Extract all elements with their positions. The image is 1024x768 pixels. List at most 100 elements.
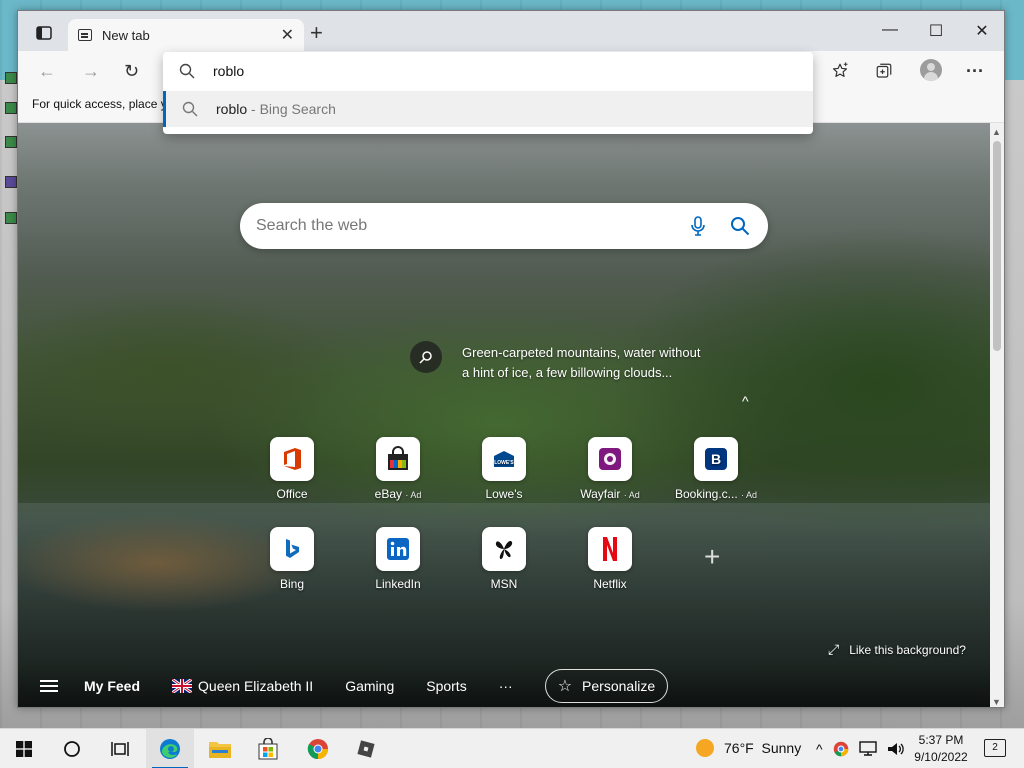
scroll-thumb[interactable]	[993, 141, 1001, 351]
taskbar-file-explorer[interactable]	[196, 729, 244, 768]
microphone-icon[interactable]	[686, 214, 710, 238]
quick-link-msn[interactable]: MSN	[454, 527, 554, 591]
volume-icon[interactable]	[887, 741, 905, 757]
quick-link-bing[interactable]: Bing	[242, 527, 342, 591]
quick-link-wayfair[interactable]: Wayfair · Ad	[560, 437, 660, 501]
desktop-icon[interactable]	[5, 176, 17, 188]
add-quick-link-button[interactable]: +	[704, 541, 720, 573]
quick-link-lowes[interactable]: LOWE'S Lowe's	[454, 437, 554, 501]
close-window-button[interactable]: ✕	[962, 21, 1002, 41]
feed-tab-sports[interactable]: Sports	[426, 678, 466, 694]
tile-label: Netflix	[593, 577, 627, 591]
quick-link-netflix[interactable]: Netflix	[560, 527, 660, 591]
roblox-icon	[357, 740, 375, 758]
chrome-tray-icon[interactable]	[833, 741, 849, 757]
notification-center-icon[interactable]: 2	[984, 739, 1006, 757]
like-background-link[interactable]: ⤢ Like this background?	[828, 641, 966, 658]
suggestion-query: roblo	[216, 101, 248, 117]
feed-tab-my-feed[interactable]: My Feed	[84, 678, 140, 694]
forward-button[interactable]: →	[82, 61, 100, 82]
web-search-box[interactable]	[240, 203, 768, 249]
ad-badge: · Ad	[741, 490, 758, 500]
minimize-button[interactable]: —	[870, 21, 910, 39]
search-suggestion[interactable]: roblo - Bing Search	[163, 91, 813, 127]
tile-label: Wayfair	[580, 487, 621, 501]
tab-actions-icon[interactable]	[30, 19, 58, 47]
web-search-input[interactable]	[256, 217, 668, 235]
new-tab-button[interactable]: +	[310, 22, 323, 44]
taskbar-roblox[interactable]	[342, 729, 390, 768]
quick-link-ebay[interactable]: eBay · Ad	[348, 437, 448, 501]
favorites-bar-hint: For quick access, place y	[32, 97, 167, 111]
profile-avatar[interactable]	[920, 59, 942, 81]
address-input[interactable]	[213, 63, 713, 79]
weather-condition: Sunny	[761, 740, 802, 756]
tile-label: Bing	[279, 577, 305, 591]
clock[interactable]: 5:37 PM 9/10/2022	[906, 732, 976, 766]
maximize-button[interactable]: ☐	[916, 21, 956, 41]
background-info-button[interactable]	[410, 341, 442, 373]
like-background-label: Like this background?	[849, 642, 966, 657]
task-view-button[interactable]	[96, 729, 144, 768]
address-bar[interactable]	[163, 52, 813, 90]
collapse-chevron-icon[interactable]: ^	[742, 393, 749, 409]
search-button[interactable]	[48, 729, 96, 768]
show-hidden-icons-chevron-icon[interactable]: ^	[816, 741, 823, 757]
taskbar-store[interactable]	[244, 729, 292, 768]
desktop-icon[interactable]	[5, 212, 17, 224]
quick-link-booking[interactable]: B Booking.c... · Ad	[666, 437, 766, 501]
linkedin-icon	[376, 527, 420, 571]
desktop-icon[interactable]	[5, 72, 17, 84]
ad-badge: · Ad	[623, 490, 640, 500]
quick-link-office[interactable]: Office	[242, 437, 342, 501]
search-icon	[182, 101, 198, 117]
refresh-button[interactable]: ↻	[124, 61, 139, 82]
tab-title: New tab	[102, 27, 150, 43]
feed-tab-queen-elizabeth[interactable]: Queen Elizabeth II	[172, 678, 313, 694]
background-caption[interactable]: Green-carpeted mountains, water without …	[462, 343, 702, 383]
svg-text:LOWE'S: LOWE'S	[494, 460, 514, 466]
quick-link-linkedin[interactable]: LinkedIn	[348, 527, 448, 591]
title-bar: New tab ✕ + — ☐ ✕	[18, 11, 1004, 51]
scroll-down-arrow[interactable]: ▼	[992, 697, 1001, 707]
feed-tab-label: Queen Elizabeth II	[198, 678, 314, 694]
new-tab-page: Green-carpeted mountains, water without …	[18, 123, 990, 707]
favorites-star-icon[interactable]	[828, 59, 852, 83]
search-icon[interactable]	[728, 214, 752, 238]
feed-navigation: My Feed Queen Elizabeth II Gaming Sports…	[18, 663, 990, 707]
magnifier-icon	[419, 351, 432, 364]
netflix-icon	[588, 527, 632, 571]
tile-label: Booking.c...	[674, 487, 738, 501]
store-bag-icon	[258, 738, 278, 760]
address-bar-dropdown: roblo - Bing Search	[163, 52, 813, 134]
new-tab-page-icon	[78, 29, 92, 41]
network-icon[interactable]	[858, 741, 877, 757]
star-icon: ☆	[557, 678, 573, 695]
collections-icon[interactable]	[872, 59, 896, 83]
scroll-up-arrow[interactable]: ▲	[992, 127, 1001, 137]
start-button[interactable]	[0, 729, 48, 768]
settings-more-button[interactable]: ···	[966, 61, 984, 82]
taskbar-edge[interactable]	[146, 729, 194, 768]
system-tray: ^	[816, 741, 905, 757]
feed-more-button[interactable]: ···	[499, 678, 513, 694]
tab-new-tab[interactable]: New tab ✕	[68, 19, 304, 51]
uk-flag-icon	[172, 679, 193, 693]
back-button[interactable]: ←	[38, 61, 56, 82]
tile-label: Office	[276, 487, 308, 501]
booking-icon: B	[694, 437, 738, 481]
taskbar-chrome[interactable]	[294, 729, 342, 768]
search-icon	[179, 63, 195, 79]
desktop-icon[interactable]	[5, 136, 17, 148]
desktop-icon[interactable]	[5, 102, 17, 114]
browser-window: New tab ✕ + — ☐ ✕ ← → ↻ ··· For quick ac…	[17, 10, 1005, 708]
weather-widget[interactable]: 76°F Sunny	[696, 739, 801, 757]
personalize-button[interactable]: ☆ Personalize	[544, 669, 669, 703]
clock-date: 9/10/2022	[914, 750, 968, 764]
feed-tab-gaming[interactable]: Gaming	[345, 678, 394, 694]
bing-icon	[270, 527, 314, 571]
personalize-label: Personalize	[582, 678, 656, 694]
close-tab-icon[interactable]: ✕	[281, 25, 294, 45]
hamburger-menu-icon[interactable]	[40, 677, 58, 695]
page-scrollbar[interactable]: ▲ ▼	[990, 123, 1004, 707]
